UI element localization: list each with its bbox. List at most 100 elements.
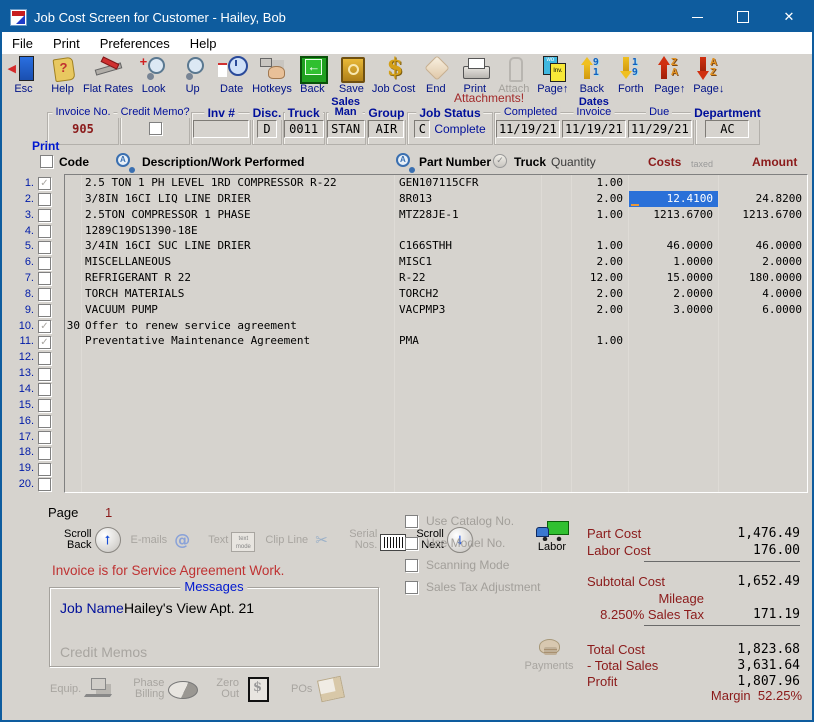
find-part-icon[interactable]: [395, 153, 412, 170]
cell-cost[interactable]: [629, 318, 719, 334]
cell-cost[interactable]: 2.0000: [629, 286, 719, 302]
toolbar-button-dollar[interactable]: Job Cost: [371, 55, 416, 95]
cell-cost[interactable]: [629, 365, 719, 381]
print-checkbox[interactable]: [38, 399, 51, 412]
cell-cost[interactable]: 12.4100: [629, 191, 719, 207]
payments-button[interactable]: Payments: [524, 636, 574, 672]
print-checkbox[interactable]: [38, 225, 51, 238]
table-row[interactable]: 1289C19DS1390-18E: [65, 223, 807, 239]
minimize-button[interactable]: [674, 2, 720, 32]
tool-equip[interactable]: Equip.: [50, 676, 117, 702]
cell-cost[interactable]: [629, 460, 719, 476]
print-all-checkbox[interactable]: [40, 155, 53, 168]
cell-cost[interactable]: [629, 413, 719, 429]
table-row[interactable]: [65, 349, 807, 365]
toolbar-button-door[interactable]: Esc: [4, 55, 43, 95]
print-checkbox[interactable]: [38, 447, 51, 460]
print-checkbox[interactable]: [38, 209, 51, 222]
print-checkbox[interactable]: [38, 241, 51, 254]
option-checkbox[interactable]: [405, 515, 418, 528]
cell-cost[interactable]: 46.0000: [629, 238, 719, 254]
table-row[interactable]: REFRIGERANT R 22R-2212.0015.0000180.0000: [65, 270, 807, 286]
toolbar-button-sort-az[interactable]: Page↓: [689, 55, 728, 95]
option-checkbox[interactable]: [405, 537, 418, 550]
maximize-button[interactable]: [720, 2, 766, 32]
option-checkbox[interactable]: [405, 559, 418, 572]
job-status-field[interactable]: C: [414, 120, 430, 138]
table-row[interactable]: [65, 429, 807, 445]
disc-field[interactable]: D: [257, 120, 277, 138]
menu-print[interactable]: Print: [43, 36, 90, 51]
toolbar-button-magnifier[interactable]: Up: [173, 55, 212, 95]
toolbar-button-green-back[interactable]: Back: [293, 55, 332, 95]
cell-cost[interactable]: 15.0000: [629, 270, 719, 286]
table-row[interactable]: 3/4IN 16CI SUC LINE DRIERC166STHH1.0046.…: [65, 238, 807, 254]
table-row[interactable]: MISCELLANEOUSMISC12.001.00002.0000: [65, 254, 807, 270]
toolbar-button-pages[interactable]: Page↑: [533, 55, 572, 95]
nav-text-mode[interactable]: Texttext mode: [208, 528, 255, 552]
cell-cost[interactable]: 3.0000: [629, 302, 719, 318]
cell-cost[interactable]: [629, 333, 719, 349]
toolbar-button-magnifier-plus[interactable]: Look: [134, 55, 173, 95]
department-field[interactable]: AC: [705, 120, 749, 138]
cell-cost[interactable]: [629, 397, 719, 413]
menu-help[interactable]: Help: [180, 36, 227, 51]
cell-cost[interactable]: 1.0000: [629, 254, 719, 270]
table-row[interactable]: Preventative Maintenance AgreementPMA1.0…: [65, 333, 807, 349]
menu-file[interactable]: File: [2, 36, 43, 51]
print-checkbox[interactable]: [38, 478, 51, 491]
find-description-icon[interactable]: [115, 153, 132, 170]
print-checkbox[interactable]: [38, 368, 51, 381]
print-checkbox[interactable]: [38, 383, 51, 396]
table-row[interactable]: [65, 365, 807, 381]
due-field[interactable]: 11/29/21: [628, 120, 692, 138]
table-row[interactable]: [65, 460, 807, 476]
table-row[interactable]: [65, 381, 807, 397]
nav-barcode[interactable]: SerialNos.: [349, 529, 406, 551]
credit-memo-checkbox[interactable]: [149, 122, 162, 135]
invoice-date-field[interactable]: 11/19/21: [562, 120, 626, 138]
table-row[interactable]: TORCH MATERIALSTORCH22.002.00004.0000: [65, 286, 807, 302]
cell-cost[interactable]: 1213.6700: [629, 207, 719, 223]
table-row[interactable]: 2.5 TON 1 PH LEVEL 1RD COMPRESSOR R-22GE…: [65, 175, 807, 191]
cell-cost[interactable]: [629, 349, 719, 365]
toolbar-button-down-19[interactable]: Forth: [611, 55, 650, 95]
table-row[interactable]: [65, 476, 807, 492]
cell-cost[interactable]: [629, 175, 719, 191]
toolbar-button-paperclip[interactable]: Attach: [494, 55, 533, 95]
table-row[interactable]: 30Offer to renew service agreement: [65, 318, 807, 334]
print-checkbox[interactable]: [38, 415, 51, 428]
toolbar-button-printer[interactable]: Print: [455, 55, 494, 95]
salesman-field[interactable]: STAN: [327, 120, 365, 138]
print-checkbox[interactable]: [38, 288, 51, 301]
toolbar-button-sort-za[interactable]: Page↑: [650, 55, 689, 95]
truck-field[interactable]: 0011: [284, 120, 324, 138]
table-row[interactable]: VACUUM PUMPVACPMP32.003.00006.0000: [65, 302, 807, 318]
toolbar-button-safe[interactable]: Save: [332, 55, 371, 95]
print-checkbox[interactable]: [38, 320, 51, 333]
nav-at[interactable]: E-mails: [131, 526, 199, 554]
table-row[interactable]: 2.5TON COMPRESSOR 1 PHASEMTZ28JE-11.0012…: [65, 207, 807, 223]
print-checkbox[interactable]: [38, 193, 51, 206]
toolbar-button-hand-keys[interactable]: Hotkeys: [251, 55, 293, 95]
print-checkbox[interactable]: [38, 177, 51, 190]
tool-pie[interactable]: PhaseBilling: [133, 676, 200, 702]
toolbar-button-up-91[interactable]: Back: [572, 55, 611, 95]
cell-cost[interactable]: [629, 429, 719, 445]
truck-check-icon[interactable]: [493, 154, 507, 168]
completed-field[interactable]: 11/19/21: [496, 120, 560, 138]
print-checkbox[interactable]: [38, 336, 51, 349]
table-row[interactable]: [65, 397, 807, 413]
table-row[interactable]: 3/8IN 16CI LIQ LINE DRIER8R0132.0012.410…: [65, 191, 807, 207]
menu-preferences[interactable]: Preferences: [90, 36, 180, 51]
nav-scissors[interactable]: Clip Line: [265, 526, 339, 554]
inv-number-field[interactable]: [193, 120, 249, 138]
table-row[interactable]: [65, 444, 807, 460]
cell-cost[interactable]: [629, 476, 719, 492]
cell-cost[interactable]: [629, 381, 719, 397]
cell-cost[interactable]: [629, 223, 719, 239]
print-checkbox[interactable]: [38, 272, 51, 285]
toolbar-button-book[interactable]: Help: [43, 55, 82, 95]
toolbar-button-clock[interactable]: Date: [212, 55, 251, 95]
print-checkbox[interactable]: [38, 431, 51, 444]
